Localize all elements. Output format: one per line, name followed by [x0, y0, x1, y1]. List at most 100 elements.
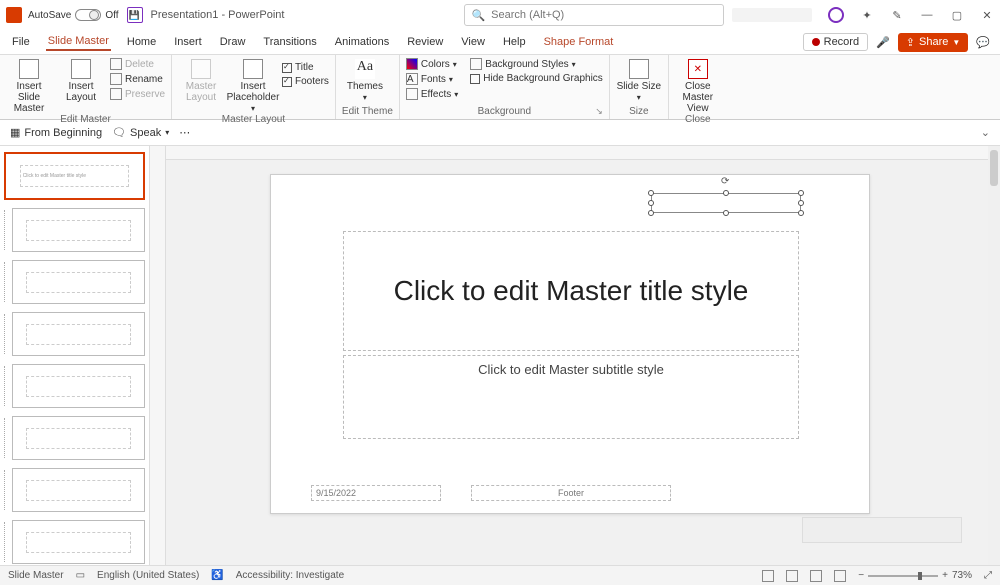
view-reading-icon[interactable]: [810, 570, 822, 582]
selected-shape[interactable]: ⟳: [651, 193, 801, 213]
chevron-down-icon: ▾: [449, 75, 453, 84]
share-button[interactable]: ⇪ Share ▼: [898, 33, 969, 52]
checkbox-checked-icon: [282, 77, 292, 87]
tab-animations[interactable]: Animations: [333, 34, 391, 50]
resize-handle[interactable]: [798, 200, 804, 206]
view-slideshow-icon[interactable]: [834, 570, 846, 582]
bg-styles-icon: [470, 58, 482, 70]
delete-button[interactable]: Delete: [110, 57, 165, 71]
resize-handle[interactable]: [723, 210, 729, 216]
rename-button[interactable]: Rename: [110, 72, 165, 86]
tab-insert[interactable]: Insert: [172, 34, 204, 50]
fonts-icon: A: [406, 73, 418, 85]
date-placeholder[interactable]: 9/15/2022: [311, 485, 441, 501]
thumbnail-pane[interactable]: Click to edit Master title style: [0, 146, 150, 565]
status-accessibility[interactable]: Accessibility: Investigate: [236, 570, 344, 581]
language-icon[interactable]: ▭: [76, 570, 85, 581]
thumb-layout[interactable]: [4, 468, 145, 512]
save-icon[interactable]: 💾: [127, 7, 143, 23]
from-beginning-button[interactable]: ▦From Beginning: [10, 126, 102, 139]
view-sorter-icon[interactable]: [786, 570, 798, 582]
resize-handle[interactable]: [648, 210, 654, 216]
autosave-toggle[interactable]: AutoSave Off: [28, 9, 119, 21]
tab-file[interactable]: File: [10, 34, 32, 50]
tab-transitions[interactable]: Transitions: [261, 34, 318, 50]
zoom-in-icon[interactable]: +: [942, 570, 948, 581]
zoom-level[interactable]: 73%: [952, 570, 972, 581]
zoom-thumb[interactable]: [918, 572, 922, 580]
dialog-launcher-icon[interactable]: ↘: [595, 106, 603, 117]
tab-home[interactable]: Home: [125, 34, 158, 50]
search-box[interactable]: 🔍: [464, 4, 724, 26]
bg-styles-button[interactable]: Background Styles▾: [470, 57, 603, 71]
resize-handle[interactable]: [648, 190, 654, 196]
footers-checkbox[interactable]: Footers: [282, 75, 329, 88]
tab-slide-master[interactable]: Slide Master: [46, 33, 111, 51]
thumb-master[interactable]: Click to edit Master title style: [4, 152, 145, 200]
view-normal-icon[interactable]: [762, 570, 774, 582]
thumb-layout[interactable]: [4, 312, 145, 356]
chevron-down-icon: ▼: [952, 38, 960, 47]
minimize-button[interactable]: —: [920, 8, 934, 22]
search-input[interactable]: [491, 9, 717, 21]
status-language[interactable]: English (United States): [97, 570, 199, 581]
footer-placeholder[interactable]: Footer: [471, 485, 671, 501]
resize-handle[interactable]: [798, 210, 804, 216]
thumb-layout[interactable]: [4, 260, 145, 304]
subtitle-placeholder[interactable]: Click to edit Master subtitle style: [343, 355, 799, 439]
slide-size-button[interactable]: Slide Size ▾: [616, 57, 662, 103]
resize-handle[interactable]: [723, 190, 729, 196]
toggle-switch-icon[interactable]: [75, 9, 101, 21]
vertical-scrollbar[interactable]: [988, 146, 1000, 565]
collapse-ribbon-icon[interactable]: ⌄: [981, 126, 990, 139]
group-close: ✕ Close Master View Close: [669, 55, 727, 119]
scroll-thumb[interactable]: [990, 150, 998, 186]
pen-icon[interactable]: ✎: [890, 8, 904, 22]
master-layout-button[interactable]: Master Layout: [178, 57, 224, 103]
themes-button[interactable]: Aa Themes ▾: [342, 57, 388, 103]
maximize-button[interactable]: ▢: [950, 8, 964, 22]
account-avatar-icon[interactable]: [828, 7, 844, 23]
fit-to-window-icon[interactable]: ⤢: [984, 570, 992, 581]
title-checkbox[interactable]: Title: [282, 61, 329, 74]
rotate-handle-icon[interactable]: ⟳: [721, 176, 731, 186]
thumb-layout[interactable]: [4, 416, 145, 460]
tab-shape-format[interactable]: Shape Format: [542, 34, 616, 50]
insert-layout-button[interactable]: Insert Layout: [58, 57, 104, 103]
resize-handle[interactable]: [648, 200, 654, 206]
insert-placeholder-button[interactable]: Insert Placeholder ▾: [230, 57, 276, 114]
title-placeholder[interactable]: Click to edit Master title style: [343, 231, 799, 351]
zoom-control[interactable]: − + 73%: [858, 570, 972, 581]
coming-soon-icon[interactable]: ✦: [860, 8, 874, 22]
slide[interactable]: ⟳ Click to edit Master title style Click…: [270, 174, 870, 514]
close-window-button[interactable]: ✕: [980, 8, 994, 22]
zoom-slider[interactable]: [868, 575, 938, 577]
comment-icon[interactable]: 💬: [976, 36, 990, 49]
tab-draw[interactable]: Draw: [218, 34, 248, 50]
overflow-button[interactable]: ⋯: [179, 126, 190, 139]
tab-help[interactable]: Help: [501, 34, 528, 50]
fonts-button[interactable]: AFonts▾: [406, 72, 458, 86]
tab-review[interactable]: Review: [405, 34, 445, 50]
preserve-button[interactable]: Preserve: [110, 87, 165, 101]
themes-icon: Aa: [355, 59, 375, 79]
menu-tabs: File Slide Master Home Insert Draw Trans…: [0, 30, 1000, 54]
tab-view[interactable]: View: [459, 34, 487, 50]
slide-canvas[interactable]: ⟳ Click to edit Master title style Click…: [150, 146, 1000, 565]
thumb-layout[interactable]: [4, 520, 145, 564]
zoom-out-icon[interactable]: −: [858, 570, 864, 581]
close-master-view-button[interactable]: ✕ Close Master View: [675, 57, 721, 114]
chevron-down-icon: ▾: [363, 94, 367, 103]
resize-handle[interactable]: [798, 190, 804, 196]
hide-bg-checkbox[interactable]: Hide Background Graphics: [470, 72, 603, 85]
titlebar: AutoSave Off 💾 Presentation1 - PowerPoin…: [0, 0, 1000, 30]
effects-button[interactable]: Effects▾: [406, 87, 458, 101]
thumb-layout[interactable]: [4, 364, 145, 408]
speak-button[interactable]: 🗨Speak▾: [112, 126, 169, 139]
insert-slide-master-button[interactable]: Insert Slide Master: [6, 57, 52, 114]
colors-button[interactable]: Colors▾: [406, 57, 458, 71]
mic-icon[interactable]: 🎤: [876, 36, 890, 49]
thumb-layout[interactable]: [4, 208, 145, 252]
group-size: Slide Size ▾ Size: [610, 55, 669, 119]
record-button[interactable]: Record: [803, 33, 868, 51]
